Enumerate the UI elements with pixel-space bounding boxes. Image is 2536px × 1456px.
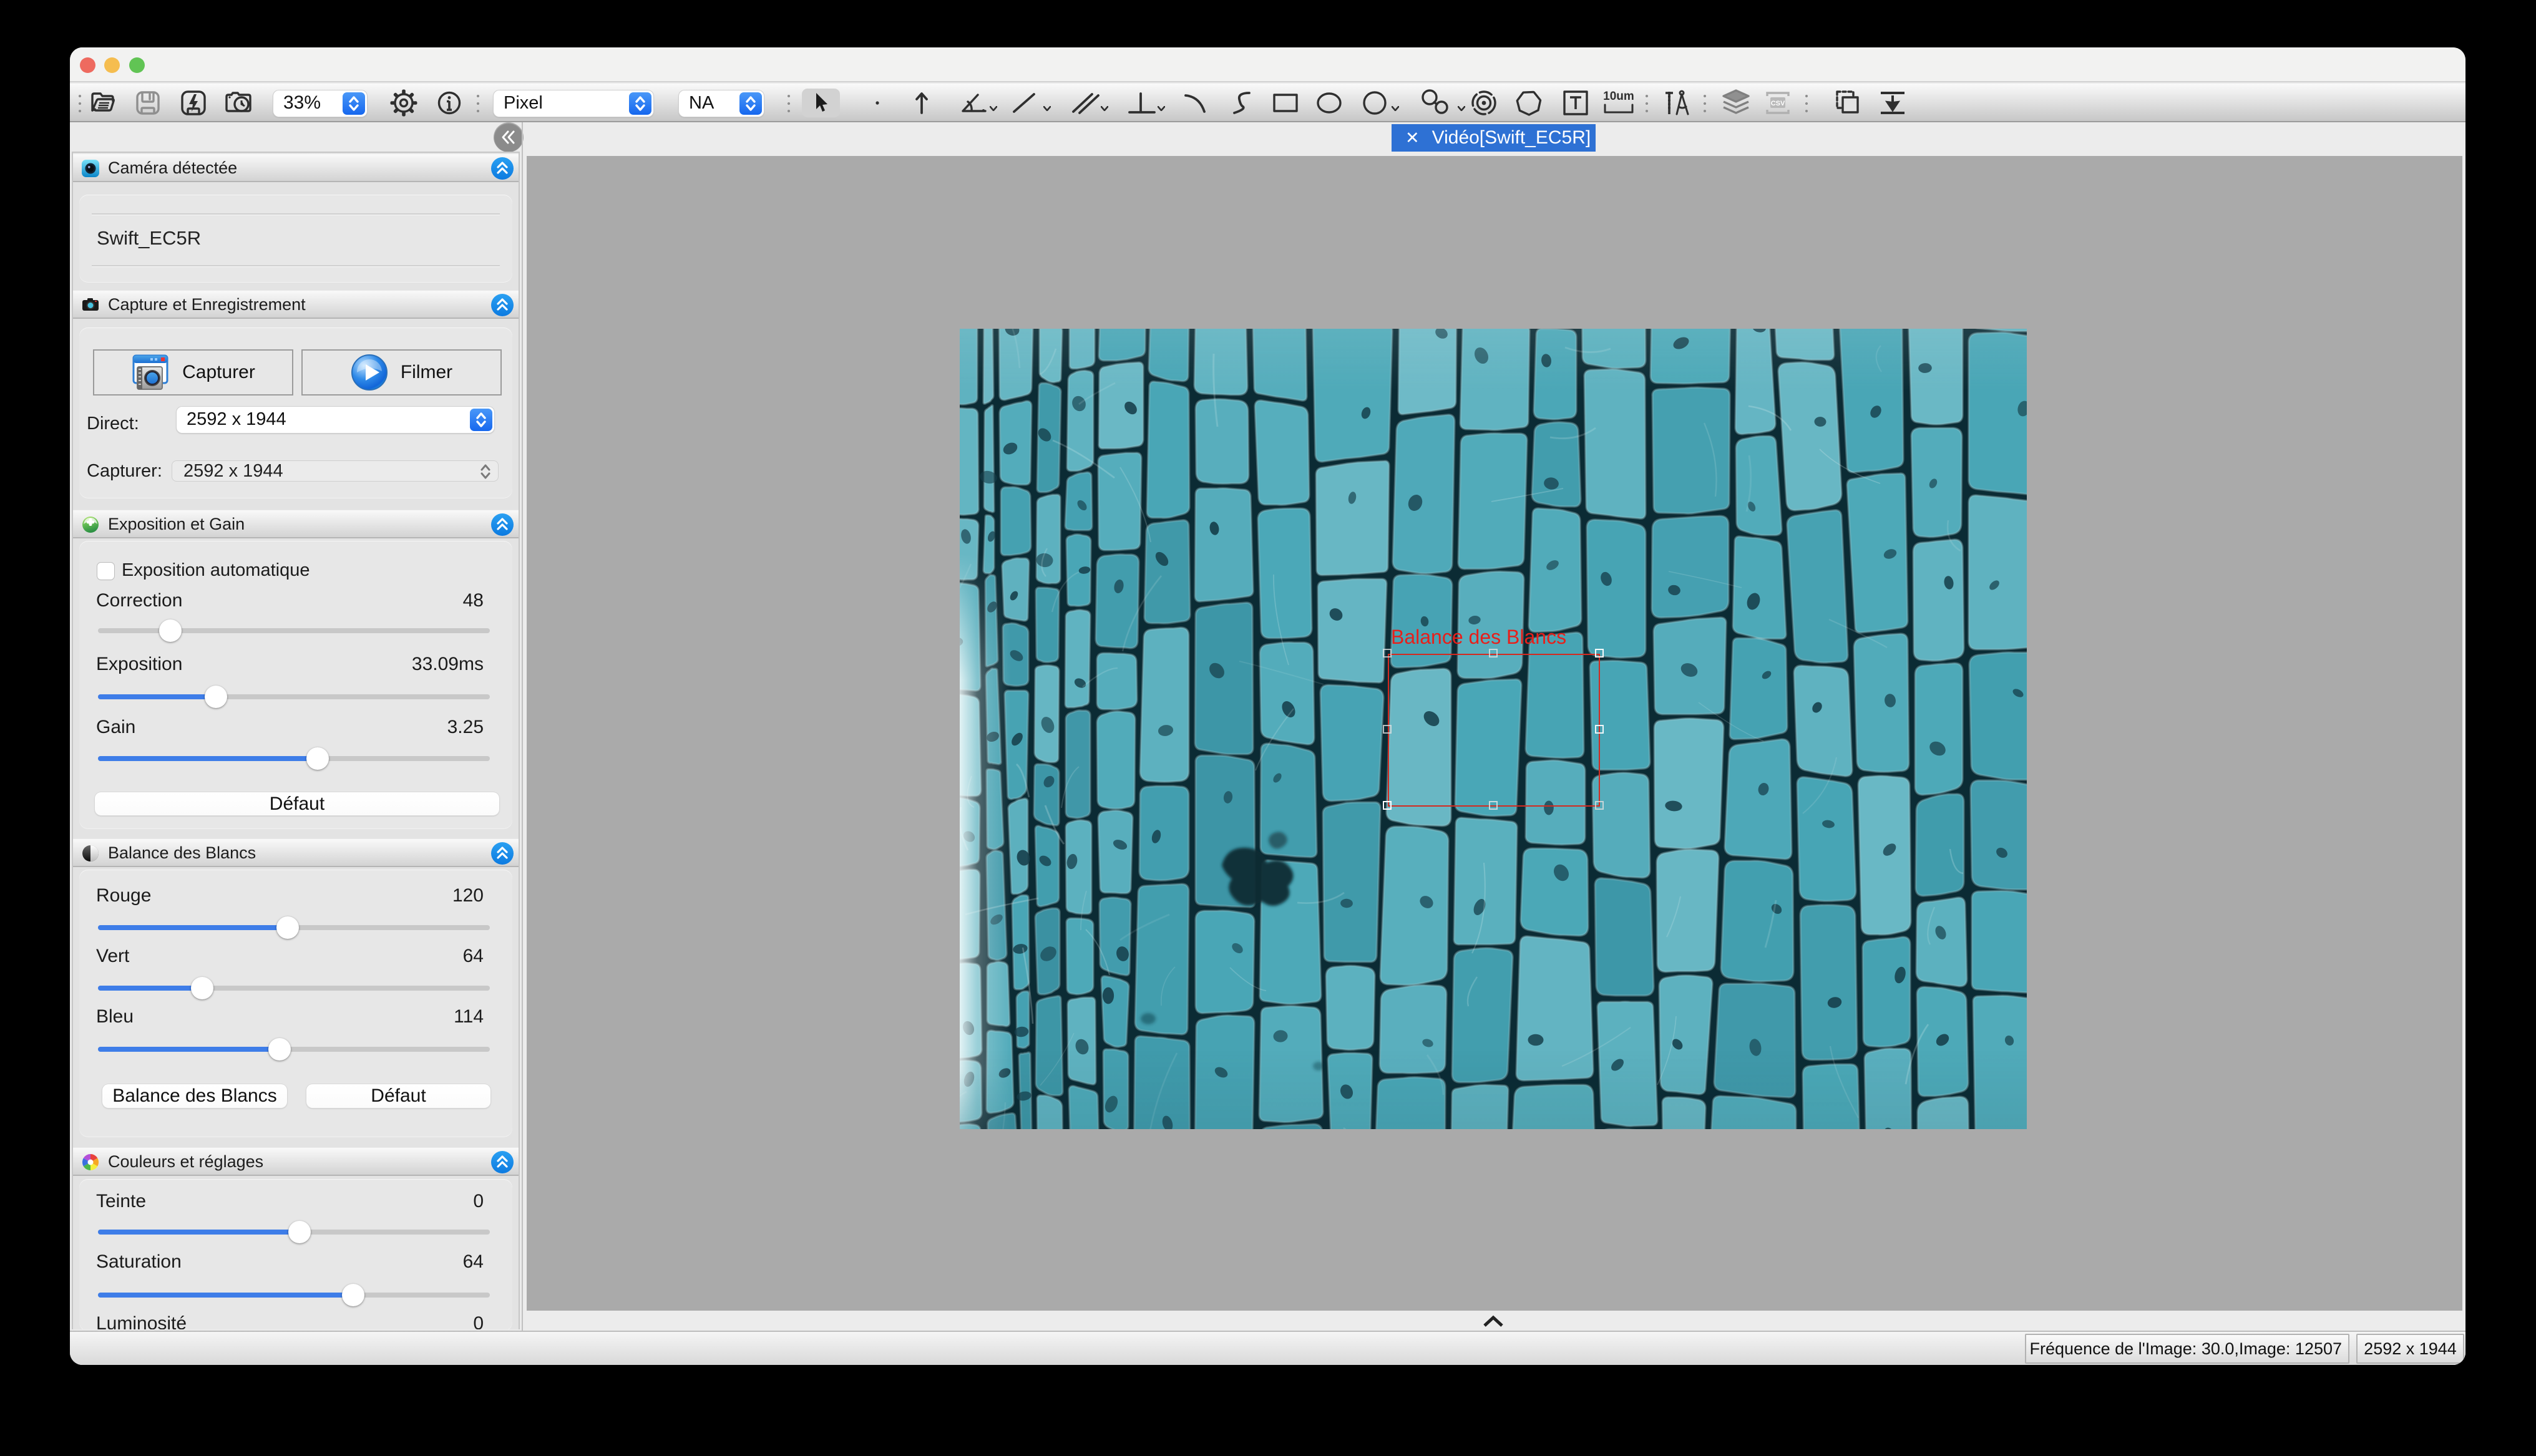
svg-text:CSV: CSV <box>1771 100 1785 107</box>
svg-text:10um: 10um <box>1603 90 1634 103</box>
